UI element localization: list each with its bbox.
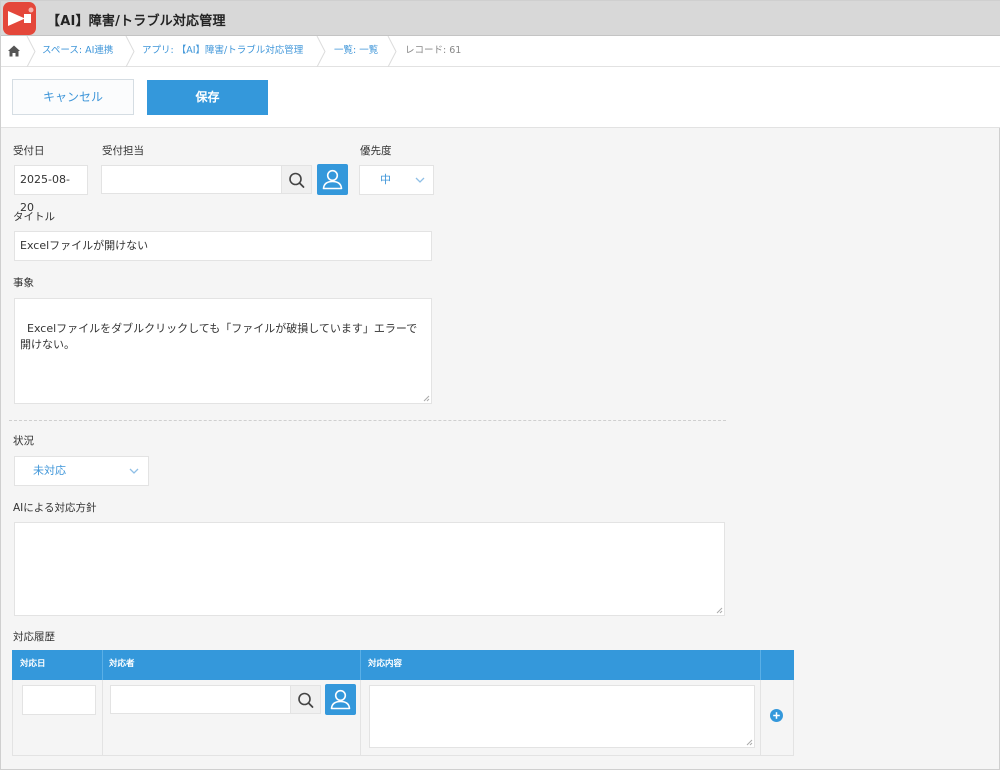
resize-handle-icon[interactable] <box>745 738 753 746</box>
column-divider <box>760 650 761 680</box>
history-table-header: 対応日 対応者 対応内容 <box>12 650 794 680</box>
user-select-icon[interactable] <box>325 684 356 715</box>
incident-textarea[interactable]: Excelファイルをダブルクリックしても「ファイルが破損しています」エラーで開け… <box>14 298 432 404</box>
column-header-date: 対応日 <box>20 659 46 669</box>
chevron-down-icon <box>415 177 425 183</box>
incident-text: Excelファイルをダブルクリックしても「ファイルが破損しています」エラーで開け… <box>20 322 418 351</box>
status-select[interactable]: 未対応 <box>14 456 149 486</box>
breadcrumb-separator-icon <box>26 36 36 67</box>
app-logo-icon[interactable] <box>3 2 36 35</box>
breadcrumb-separator-icon <box>125 36 135 67</box>
breadcrumb-app[interactable]: アプリ: 【AI】障害/トラブル対応管理 <box>142 36 303 67</box>
breadcrumb-separator-icon <box>316 36 326 67</box>
status-value: 未対応 <box>33 464 66 477</box>
app-title: 【AI】障害/トラブル対応管理 <box>47 14 226 29</box>
column-divider <box>760 680 761 755</box>
column-divider <box>360 650 361 680</box>
incident-label: 事象 <box>13 277 34 289</box>
breadcrumb-separator-icon <box>387 36 397 67</box>
breadcrumb-space[interactable]: スペース: AI連携 <box>42 36 113 67</box>
column-divider <box>360 680 361 755</box>
column-divider <box>102 650 103 680</box>
user-select-icon[interactable] <box>317 164 348 195</box>
history-date-field[interactable] <box>22 685 96 715</box>
priority-value: 中 <box>380 173 391 186</box>
priority-label: 優先度 <box>360 145 392 157</box>
history-table: 対応日 対応者 対応内容 <box>12 650 794 756</box>
assignee-input[interactable] <box>101 165 282 194</box>
priority-select[interactable]: 中 <box>359 165 434 195</box>
search-icon[interactable] <box>282 165 312 194</box>
title-input[interactable]: Excelファイルが開けない <box>14 231 432 261</box>
app-header: 【AI】障害/トラブル対応管理 <box>1 1 1000 36</box>
cancel-button[interactable]: キャンセル <box>12 79 134 115</box>
table-row <box>12 680 794 756</box>
resize-handle-icon[interactable] <box>422 394 430 402</box>
breadcrumb-view[interactable]: 一覧: 一覧 <box>334 36 378 67</box>
received-date-field[interactable]: 2025-08-20 <box>14 165 88 214</box>
assignee-label: 受付担当 <box>102 145 144 157</box>
add-row-icon[interactable] <box>770 709 783 722</box>
column-header-person: 対応者 <box>109 659 135 669</box>
breadcrumb-record: レコード: 61 <box>405 45 462 56</box>
column-header-content: 対応内容 <box>368 659 403 669</box>
search-icon[interactable] <box>291 685 321 714</box>
status-label: 状況 <box>13 435 34 447</box>
history-content-textarea[interactable] <box>369 685 755 748</box>
resize-handle-icon[interactable] <box>715 606 723 614</box>
save-button[interactable]: 保存 <box>147 80 268 115</box>
received-date-label: 受付日 <box>13 145 45 157</box>
ai-policy-textarea[interactable] <box>14 522 725 616</box>
chevron-down-icon <box>129 468 139 474</box>
ai-policy-label: AIによる対応方針 <box>13 502 97 514</box>
section-divider <box>9 420 726 421</box>
home-icon[interactable] <box>7 44 21 58</box>
column-divider <box>102 680 103 755</box>
history-person-input[interactable] <box>110 685 291 714</box>
action-bar: キャンセル 保存 <box>1 67 1000 128</box>
title-label: タイトル <box>13 211 55 223</box>
breadcrumb: スペース: AI連携 アプリ: 【AI】障害/トラブル対応管理 一覧: 一覧 レ… <box>1 36 1000 67</box>
history-label: 対応履歴 <box>13 631 55 643</box>
